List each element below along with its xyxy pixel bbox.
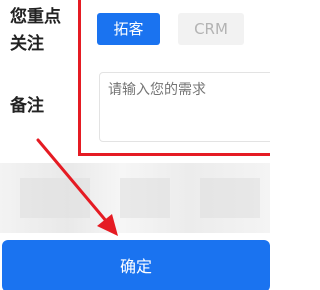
page: 您重点关注 拓客 CRM 备注 确定 (0, 0, 270, 290)
blurred-block (20, 178, 90, 218)
remark-textarea[interactable] (99, 72, 270, 142)
blurred-block (200, 178, 260, 218)
focus-label: 您重点关注 (10, 7, 61, 54)
blurred-block (120, 178, 170, 218)
option-chip-tuoke[interactable]: 拓客 (97, 13, 160, 45)
option-chip-crm[interactable]: CRM (178, 13, 244, 45)
confirm-button[interactable]: 确定 (2, 240, 270, 290)
remark-label: 备注 (10, 96, 44, 116)
